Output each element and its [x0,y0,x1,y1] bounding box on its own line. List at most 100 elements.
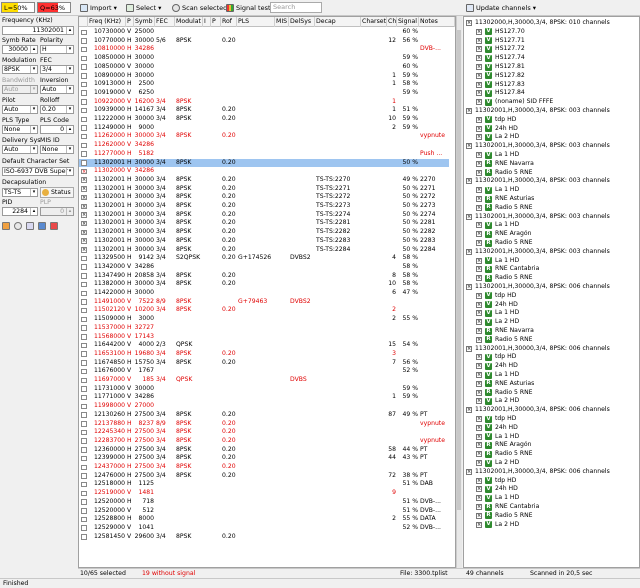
pls-type-select[interactable]: None ▾ [2,125,38,134]
table-row[interactable]: 11674850 H 15750 3/4 8PSK 0.20 7 56 % [79,359,449,368]
tree-checkbox[interactable]: × [476,424,482,431]
row-checkbox[interactable] [81,290,87,296]
row-checkbox[interactable] [81,342,87,349]
tree-channel[interactable]: × V 24h HD [464,301,639,310]
tree-checkbox[interactable]: × [476,433,482,440]
tree-checkbox[interactable]: × [476,99,482,106]
row-checkbox[interactable]: × [81,212,87,218]
table-row[interactable]: 11249000 H 9000 2 59 % [79,124,449,133]
table-row[interactable]: 11491000 V 7522 8/9 8PSK G+79463 DVBS2 [79,298,449,307]
tree-checkbox[interactable]: × [476,196,482,202]
tree-channel[interactable]: × V HS127.72 [464,45,639,54]
select-button[interactable]: Select ▾ [124,2,163,14]
table-row[interactable]: 11277000 H 5182 Push ... [79,150,449,159]
table-row[interactable]: 11329500 H 9142 3/4 S2QPSK 0.20 G+174526 DVBS2 4… [79,254,449,263]
tree-channel[interactable]: × R RNE Navarra [464,160,639,169]
tree-checkbox[interactable]: × [476,328,482,334]
scan-selected-button[interactable]: Scan selected [170,2,229,14]
search-icon[interactable] [14,222,22,230]
row-checkbox[interactable] [81,464,87,470]
tree-channel[interactable]: × V La 2 HD [464,318,639,327]
rolloff-select[interactable]: 0.20 ▾ [40,105,74,114]
column-header-delsys[interactable]: DelSys [289,17,315,27]
table-row[interactable]: 11644200 V 4000 2/3 QPSK 15 54 % [79,341,449,350]
tree-channel[interactable]: × V La 2 HD [464,459,639,468]
inversion-select[interactable]: Auto ▾ [40,85,74,94]
row-checkbox[interactable]: × [81,238,87,244]
row-checkbox[interactable] [81,525,87,531]
tree-checkbox[interactable]: × [476,55,482,62]
tree-channel[interactable]: × R Radio 5 RNE [464,239,639,248]
table-row[interactable]: × 11302001 H 30000 3/4 8PSK 0.20 TS-TS:2274 50 %… [79,211,449,220]
tree-channel[interactable]: × V HS127.82 [464,72,639,81]
tree-checkbox[interactable]: × [476,442,482,449]
tree-channel[interactable]: × R RNE Cantabria [464,265,639,274]
table-row[interactable]: × 11302001 H 30000 3/4 8PSK 0.20 TS-TS:2281 50 %… [79,219,449,228]
spin-icon[interactable]: ▴ [30,208,37,215]
row-checkbox[interactable] [81,55,87,62]
column-header-modulation[interactable]: Modulat [175,17,203,27]
tree-group[interactable]: × 11302001,H,30000,3/4, 8PSK: 003 channel… [464,142,639,151]
table-row[interactable]: 12137880 H 8237 8/9 8PSK 0.20 vypnute [79,420,449,429]
modulation-select[interactable]: 8PSK ▾ [2,65,38,74]
table-row[interactable]: 11568000 V 17143 [79,333,449,342]
delivery-sys-select[interactable]: Auto ▾ [2,145,38,154]
tree-channel[interactable]: × Vtdp HD [464,116,639,125]
tree-channel[interactable]: × V La 1 HD [464,221,639,230]
row-checkbox[interactable] [81,421,87,427]
tree-group[interactable]: × 11302001,H,30000,3/4, 8PSK: 006 channel… [464,345,639,354]
row-checkbox[interactable]: × [81,194,87,201]
tree-channel[interactable]: × Vtdp HD [464,353,639,362]
tree-checkbox[interactable]: × [476,81,482,88]
tree-group[interactable]: × 11302001,H,30000,3/4, 8PSK: 006 channel… [464,406,639,415]
tree-channel[interactable]: × R Radio 5 RNE [464,389,639,398]
tree-checkbox[interactable]: × [476,266,482,273]
table-row[interactable]: 10919000 V 6250 59 % [79,89,449,98]
tree-group[interactable]: × 11302001,H,30000,3/4, 8PSK: 006 channel… [464,468,639,477]
column-header-channels[interactable]: Ch [387,17,397,27]
stop-icon[interactable] [50,222,58,230]
column-header-inversion[interactable]: I [203,17,211,27]
table-row[interactable]: 10922000 V 16200 3/4 8PSK 1 [79,98,449,107]
column-header-freq[interactable]: Freq (KHz) [88,17,126,27]
tree-channel[interactable]: × R RNE Asturias [464,195,639,204]
tree-checkbox[interactable]: × [476,301,482,308]
table-row[interactable]: 11347490 H 20858 3/4 8PSK 0.20 8 58 % [79,272,449,281]
tree-channel[interactable]: × V La 1 HD [464,257,639,266]
frequency-input[interactable]: 11302001 ▴ [2,26,74,35]
tree-channel[interactable]: × V La 2 HD [464,133,639,142]
row-checkbox[interactable] [81,299,87,305]
tree-checkbox[interactable]: × [476,46,482,53]
column-header-fec[interactable]: FEC [155,17,175,27]
table-row[interactable]: 10939000 H 14167 3/4 8PSK 0.20 1 51 % [79,106,449,115]
tree-checkbox[interactable]: × [476,231,482,238]
column-header-signal[interactable]: Signal [397,17,419,27]
row-checkbox[interactable] [81,307,87,314]
table-row[interactable]: 10770000 H 30000 5/6 8PSK 0.20 12 56 % [79,37,449,46]
tree-checkbox[interactable]: × [476,504,482,510]
row-checkbox[interactable] [81,481,87,488]
column-header-charset[interactable]: Charset [361,17,387,27]
tree-channel[interactable]: × V La 2 HD [464,397,639,406]
tree-checkbox[interactable]: × [476,336,482,343]
row-checkbox[interactable] [81,81,87,88]
row-checkbox[interactable] [81,429,87,436]
table-row[interactable]: 12518000 H 1125 51 % DAB [79,480,449,489]
tree-checkbox[interactable]: × [476,28,482,35]
column-header-pol[interactable]: P [126,17,134,27]
row-checkbox[interactable] [81,473,87,479]
row-checkbox[interactable] [81,499,87,505]
row-checkbox[interactable] [81,133,87,140]
row-checkbox[interactable] [81,38,87,44]
table-row[interactable]: 11653100 H 19680 3/4 8PSK 0.20 3 [79,350,449,359]
tree-channel[interactable]: × R RNE Navarra [464,327,639,336]
table-row[interactable]: 12520000 H 718 51 % DVB-... [79,498,449,507]
table-row[interactable]: 12529000 V 1041 52 % DVB-... [79,524,449,533]
row-checkbox[interactable] [81,125,87,131]
row-checkbox[interactable] [81,412,87,418]
row-checkbox[interactable] [81,334,87,340]
table-row[interactable]: 11509000 H 3000 2 55 % [79,315,449,324]
row-checkbox[interactable] [81,73,87,79]
tree-channel[interactable]: × V HS127.70 [464,28,639,37]
tree-checkbox[interactable]: × [476,495,482,502]
